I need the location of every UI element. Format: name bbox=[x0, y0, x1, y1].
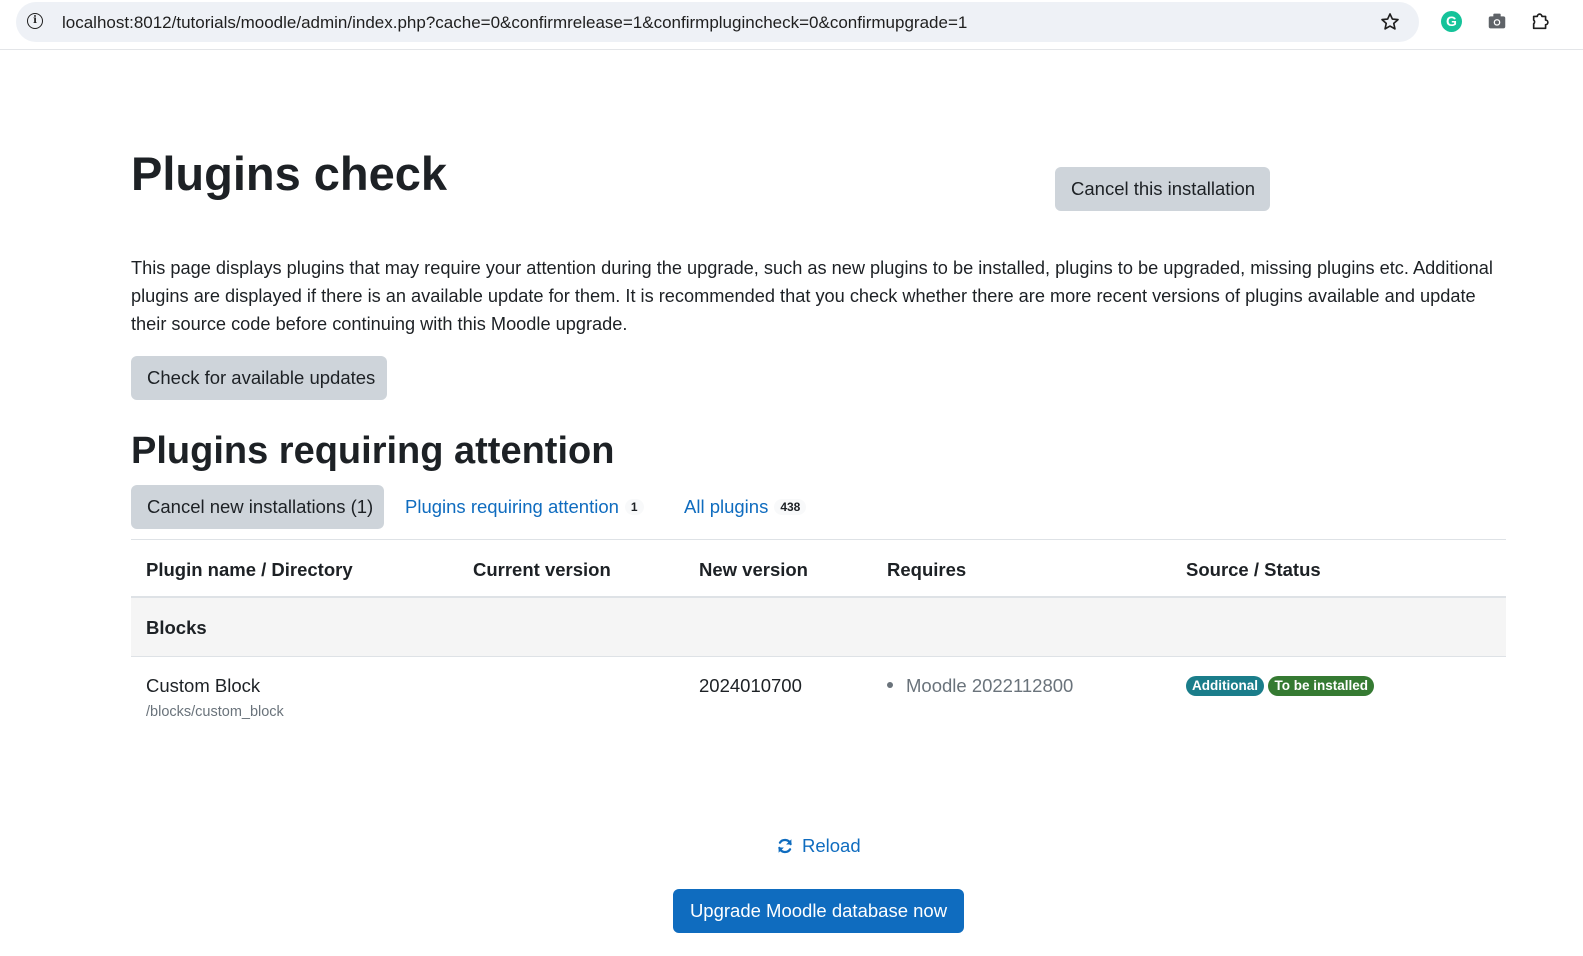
filter-all-plugins-link[interactable]: All plugins 438 bbox=[684, 496, 807, 518]
section-heading: Plugins requiring attention bbox=[131, 430, 615, 472]
address-bar[interactable]: i localhost:8012/tutorials/moodle/admin/… bbox=[16, 2, 1419, 42]
url-text[interactable]: localhost:8012/tutorials/moodle/admin/in… bbox=[62, 13, 967, 33]
info-icon[interactable]: i bbox=[27, 13, 43, 29]
new-version-value: 2024010700 bbox=[699, 675, 802, 696]
filter-all-label[interactable]: All plugins bbox=[684, 496, 768, 517]
table-row: Custom Block /blocks/custom_block 202401… bbox=[131, 657, 1506, 767]
group-row-blocks: Blocks bbox=[131, 598, 1506, 657]
grammarly-extension-icon[interactable]: G bbox=[1441, 11, 1462, 32]
badge-additional: Additional bbox=[1186, 676, 1264, 696]
all-plugins-count-badge: 438 bbox=[774, 499, 807, 515]
status-badges: Additional To be installed bbox=[1186, 676, 1374, 696]
browser-toolbar: i localhost:8012/tutorials/moodle/admin/… bbox=[0, 0, 1583, 50]
bookmark-star-icon[interactable] bbox=[1379, 11, 1401, 33]
group-label: Blocks bbox=[146, 617, 207, 638]
camera-icon[interactable] bbox=[1486, 10, 1508, 32]
table-header-row: Plugin name / Directory Current version … bbox=[131, 540, 1506, 598]
plugins-table: Plugin name / Directory Current version … bbox=[131, 539, 1506, 767]
reload-link[interactable]: Reload bbox=[776, 835, 861, 857]
bullet-icon bbox=[887, 682, 893, 688]
cancel-new-installations-button[interactable]: Cancel new installations (1) bbox=[131, 485, 384, 529]
plugin-name: Custom Block bbox=[146, 675, 261, 696]
requires-text: Moodle 2022112800 bbox=[906, 675, 1074, 696]
column-header-source-status: Source / Status bbox=[1186, 559, 1321, 580]
column-header-plugin-name: Plugin name / Directory bbox=[146, 559, 353, 580]
column-header-requires: Requires bbox=[887, 559, 967, 580]
filter-attention-label[interactable]: Plugins requiring attention bbox=[405, 496, 619, 517]
page-title: Plugins check bbox=[131, 147, 448, 200]
intro-text: This page displays plugins that may requ… bbox=[131, 258, 1493, 334]
filter-plugins-requiring-attention-link[interactable]: Plugins requiring attention 1 bbox=[405, 496, 644, 518]
attention-count-badge: 1 bbox=[624, 499, 644, 515]
check-updates-button[interactable]: Check for available updates bbox=[131, 356, 387, 400]
badge-to-be-installed: To be installed bbox=[1268, 676, 1374, 696]
extensions-puzzle-icon[interactable] bbox=[1530, 10, 1552, 32]
upgrade-database-button[interactable]: Upgrade Moodle database now bbox=[673, 889, 964, 933]
plugin-directory: /blocks/custom_block bbox=[146, 704, 284, 720]
refresh-icon bbox=[778, 838, 792, 854]
cancel-this-installation-button[interactable]: Cancel this installation bbox=[1055, 167, 1270, 211]
requires-item: Moodle 2022112800 bbox=[887, 675, 1073, 697]
column-header-new-version: New version bbox=[699, 559, 808, 580]
reload-label[interactable]: Reload bbox=[802, 835, 861, 856]
column-header-current-version: Current version bbox=[473, 559, 611, 580]
